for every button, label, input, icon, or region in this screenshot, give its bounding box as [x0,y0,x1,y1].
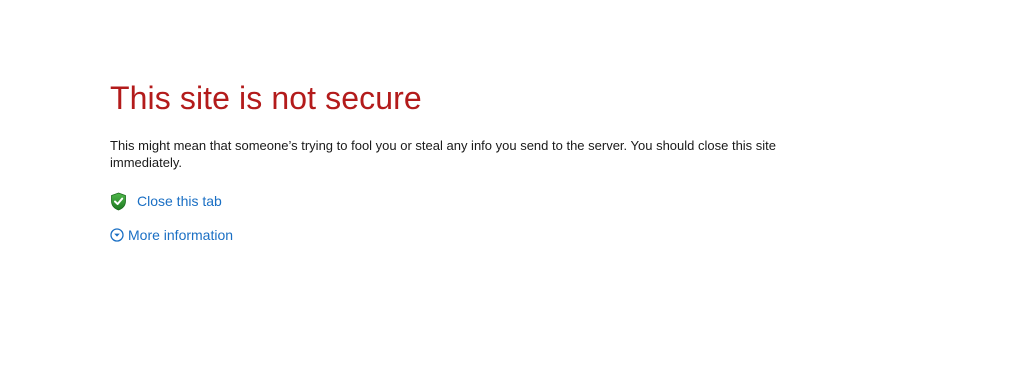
more-information-action[interactable]: More information [110,225,790,245]
close-tab-action[interactable]: Close this tab [110,191,790,211]
error-content: This site is not secure This might mean … [110,76,790,245]
shield-check-icon [110,192,127,211]
close-tab-link[interactable]: Close this tab [137,191,222,211]
page-title: This site is not secure [110,80,422,116]
error-description: This might mean that someone’s trying to… [110,138,777,170]
chevron-down-icon[interactable] [110,228,124,242]
more-information-link[interactable]: More information [128,225,233,245]
